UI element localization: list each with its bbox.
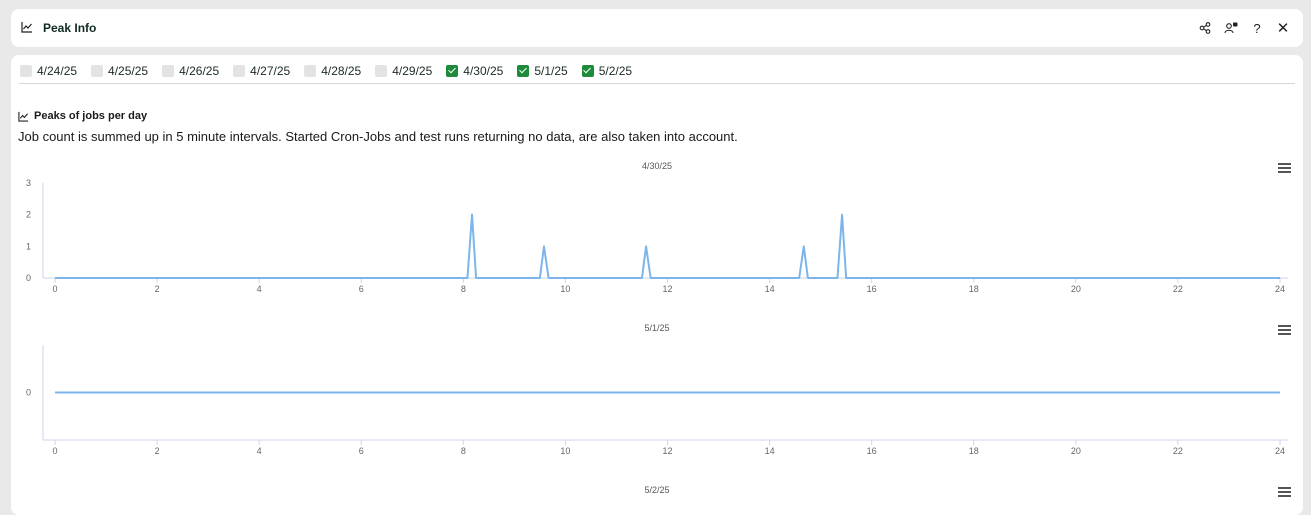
window-title: Peak Info: [43, 21, 97, 35]
checkbox[interactable]: [581, 65, 594, 77]
x-tick-label: 6: [359, 284, 364, 294]
x-tick-label: 16: [867, 446, 877, 456]
x-tick-label: 0: [52, 446, 57, 456]
x-tick-label: 4: [257, 284, 262, 294]
checkbox[interactable]: [162, 65, 175, 77]
peak-panel: 4/24/25 4/25/25 4/26/25 4/27/25 4/28/25 4/29/…: [11, 55, 1303, 515]
help-icon: ?: [1253, 20, 1261, 36]
section-title: Peaks of jobs per day: [34, 110, 148, 122]
close-icon: ✕: [1276, 20, 1290, 37]
y-tick-label: 3: [26, 178, 31, 188]
date-label: 4/24/25: [37, 64, 78, 78]
x-tick-label: 2: [155, 284, 160, 294]
date-label: 4/29/25: [392, 64, 433, 78]
y-tick-label: 0: [26, 388, 31, 398]
chart-title: 5/2/25: [644, 485, 670, 495]
x-tick-label: 10: [560, 446, 570, 456]
x-tick-label: 8: [461, 284, 466, 294]
date-checkbox-item[interactable]: 4/24/25: [20, 64, 77, 78]
help-button[interactable]: ?: [1247, 18, 1267, 38]
x-tick-label: 0: [52, 284, 57, 294]
user-status-button[interactable]: [1221, 18, 1241, 38]
header-actions: ? ✕: [1195, 18, 1293, 38]
date-label: 5/1/25: [534, 64, 568, 78]
y-tick-label: 2: [26, 210, 31, 220]
x-tick-label: 24: [1275, 446, 1285, 456]
checkbox[interactable]: [304, 65, 317, 77]
date-filter-bar: 4/24/25 4/25/25 4/26/25 4/27/25 4/28/25 4/29/…: [20, 64, 632, 78]
date-label: 4/25/25: [108, 64, 149, 78]
checkbox[interactable]: [233, 65, 246, 77]
line-chart-icon: [21, 22, 32, 33]
y-tick-label: 0: [26, 273, 31, 283]
chart-menu-button[interactable]: [1278, 487, 1291, 498]
section-description: Job count is summed up in 5 minute inter…: [18, 129, 738, 144]
x-tick-label: 18: [969, 446, 979, 456]
user-status-icon: [1224, 22, 1238, 34]
peak-chart: 5/2/25: [11, 485, 1303, 505]
date-checkbox-item[interactable]: 5/1/25: [517, 64, 568, 78]
x-tick-label: 12: [662, 446, 672, 456]
x-tick-label: 22: [1173, 284, 1183, 294]
date-checkbox-item[interactable]: 4/27/25: [233, 64, 290, 78]
date-checkbox-item[interactable]: 4/28/25: [304, 64, 361, 78]
window-header: Peak Info ? ✕: [11, 9, 1303, 47]
x-tick-label: 20: [1071, 284, 1081, 294]
checkbox[interactable]: [91, 65, 104, 77]
x-tick-label: 18: [969, 284, 979, 294]
date-label: 4/26/25: [179, 64, 220, 78]
date-checkbox-item[interactable]: 4/29/25: [375, 64, 432, 78]
x-tick-label: 12: [662, 284, 672, 294]
divider: [19, 83, 1295, 84]
date-label: 4/30/25: [463, 64, 504, 78]
checkbox[interactable]: [20, 65, 32, 77]
share-icon: [1199, 22, 1211, 34]
peak-chart: 5/1/25 0 2 4 6 8 10 12 14 16 18 20 22 24 0: [11, 323, 1303, 465]
line-chart-icon: [18, 111, 29, 122]
x-tick-label: 8: [461, 446, 466, 456]
checkbox[interactable]: [517, 65, 530, 77]
x-tick-label: 4: [257, 446, 262, 456]
date-checkbox-item[interactable]: 4/25/25: [91, 64, 148, 78]
date-label: 4/27/25: [250, 64, 291, 78]
date-checkbox-item[interactable]: 4/26/25: [162, 64, 219, 78]
x-tick-label: 20: [1071, 446, 1081, 456]
x-tick-label: 22: [1173, 446, 1183, 456]
peak-chart: 4/30/25 0 2 4 6 8 10 12 14 16 18 20 22 24 0 1 2 3: [11, 161, 1303, 303]
date-label: 5/2/25: [598, 64, 633, 78]
chart-svg: 0 2 4 6 8 10 12 14 16 18 20 22 240123: [26, 178, 1288, 294]
date-checkbox-item[interactable]: 4/30/25: [446, 64, 503, 78]
date-checkbox-item[interactable]: 5/2/25: [581, 64, 633, 78]
x-tick-label: 24: [1275, 284, 1285, 294]
x-tick-label: 16: [867, 284, 877, 294]
y-tick-label: 1: [26, 241, 31, 251]
section-heading: Peaks of jobs per day: [18, 110, 147, 122]
chart-svg: 0 2 4 6 8 10 12 14 16 18 20 22 240: [26, 345, 1288, 456]
series-line: [55, 213, 1280, 279]
share-button[interactable]: [1195, 18, 1215, 38]
x-tick-label: 14: [765, 284, 775, 294]
x-tick-label: 2: [155, 446, 160, 456]
x-tick-label: 6: [359, 446, 364, 456]
checkbox[interactable]: [446, 65, 459, 77]
checkbox[interactable]: [375, 65, 388, 77]
close-button[interactable]: ✕: [1273, 18, 1293, 38]
x-tick-label: 14: [765, 446, 775, 456]
x-tick-label: 10: [560, 284, 570, 294]
date-label: 4/28/25: [321, 64, 362, 78]
